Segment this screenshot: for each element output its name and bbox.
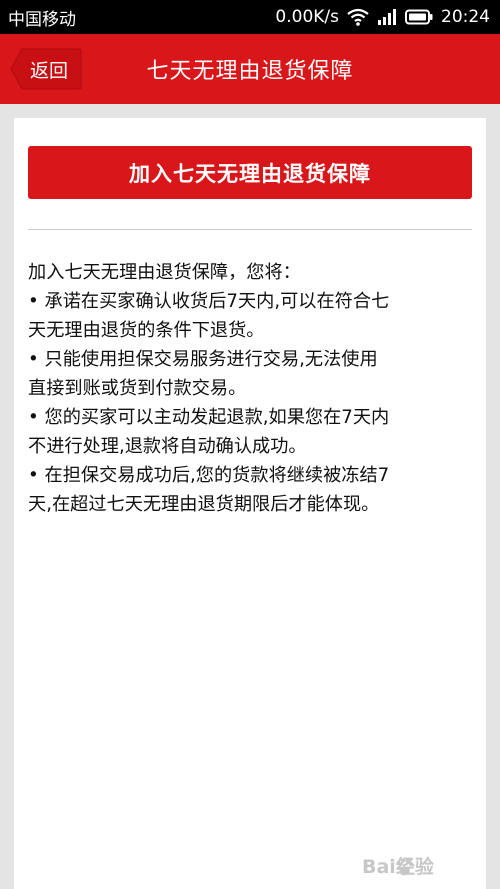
info-line: 天,在超过七天无理由退货期限后才能体现。 [28, 494, 380, 515]
info-line: • 承诺在买家确认收货后7天内,可以在符合七 [28, 291, 390, 312]
page-title: 七天无理由退货保障 [146, 59, 354, 84]
content-card: 加入七天无理由退货保障 加入七天无理由退货保障，您将： • 承诺在买家确认收货后… [14, 118, 486, 889]
battery-icon [405, 9, 433, 25]
baidu-watermark: Bai经验 [362, 851, 474, 881]
clock: 20:24 [441, 7, 490, 27]
title-bar: 返回 七天无理由退货保障 [0, 34, 500, 104]
status-right: 0.00K/s 20:24 [275, 7, 490, 27]
join-guarantee-button[interactable]: 加入七天无理由退货保障 [28, 146, 472, 199]
guarantee-info: 加入七天无理由退货保障，您将： • 承诺在买家确认收货后7天内,可以在符合七 天… [28, 258, 474, 519]
signal-icon [377, 8, 397, 26]
info-line: • 您的买家可以主动发起退款,如果您在7天内 [28, 407, 390, 428]
info-line: 不进行处理,退款将自动确认成功。 [28, 436, 307, 457]
back-button[interactable]: 返回 [10, 48, 82, 90]
carrier-name: 中国移动 [8, 9, 76, 30]
status-bar: 中国移动 0.00K/s 20:24 [0, 0, 500, 34]
info-line: • 在担保交易成功后,您的货款将继续被冻结7 [28, 465, 390, 486]
info-line: • 只能使用担保交易服务进行交易,无法使用 [28, 349, 378, 370]
info-line: 直接到账或货到付款交易。 [28, 378, 247, 399]
divider [28, 229, 472, 230]
info-line: 天无理由退货的条件下退货。 [28, 320, 265, 341]
status-left: 中国移动 [8, 5, 76, 30]
wifi-icon [347, 8, 369, 26]
watermark-text: Bai经验 [362, 855, 435, 878]
network-speed: 0.00K/s [275, 7, 339, 27]
info-line: 加入七天无理由退货保障，您将： [28, 262, 301, 283]
back-label: 返回 [30, 59, 69, 82]
